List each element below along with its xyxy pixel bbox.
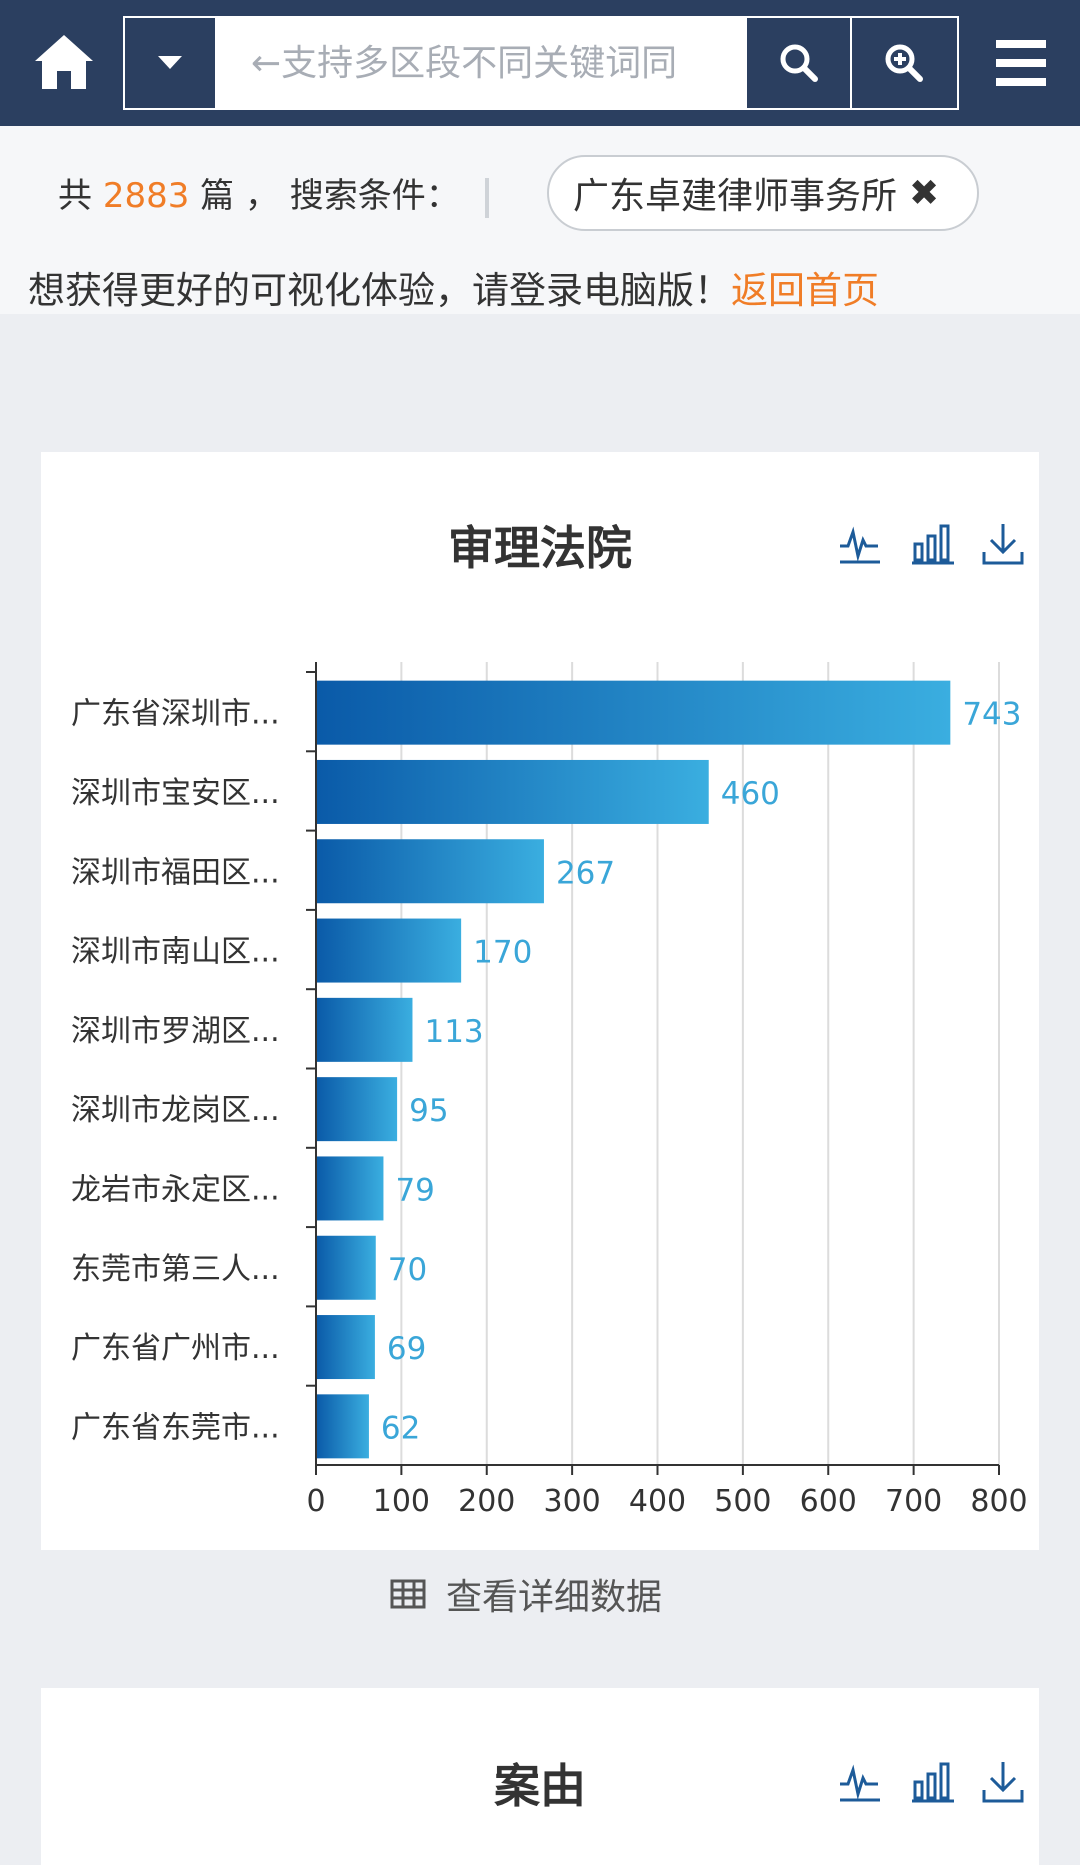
advanced-search-button[interactable] [850,18,955,108]
return-home-link[interactable]: 返回首页 [731,269,879,312]
court-bar-chart: 广东省深圳市... 743 深圳市宝安区... 460 深圳市福田区... 267 深圳市南… [71,662,1028,1519]
x-tick-label: 800 [970,1484,1027,1519]
result-count: 2883 [102,176,190,216]
category-label: 广东省广州市... [71,1331,280,1366]
x-tick-label: 600 [800,1484,857,1519]
category-label: 广东省东莞市... [71,1410,280,1445]
notice-text: 想获得更好的可视化体验，请登录电脑版！ [28,269,731,312]
filter-tag-label: 广东卓建律师事务所 [573,176,898,217]
menu-icon [996,40,1046,86]
bar-chart-icon[interactable] [911,1760,955,1804]
search-type-dropdown[interactable] [125,18,217,108]
detail-link-label: 查看详细数据 [446,1577,663,1618]
caret-down-icon [158,56,182,69]
category-label: 深圳市罗湖区... [71,1014,280,1049]
bar [316,759,709,824]
top-bar [0,0,1080,126]
summary-divider [484,177,489,218]
bar [316,1235,376,1300]
value-label: 170 [473,935,532,971]
value-label: 70 [388,1252,427,1288]
bar [316,918,462,983]
court-chart-card: 审理法院 广东省深圳市... 743 深圳市宝安区... 460 深圳市福田区... 26… [41,452,1039,1550]
category-label: 龙岩市永定区... [71,1172,280,1207]
category-label: 深圳市福田区... [71,855,280,890]
value-label: 743 [962,697,1021,733]
search-input[interactable] [217,18,745,108]
x-tick-label: 700 [885,1484,942,1519]
filter-tag: 广东卓建律师事务所 ✖ [547,155,979,231]
value-label: 267 [556,855,615,891]
view-detail-data-link[interactable]: 查看详细数据 [390,1568,662,1620]
x-tick-label: 100 [373,1484,430,1519]
summary-prefix: 共 [58,176,92,216]
x-tick-label: 500 [714,1484,771,1519]
cause-chart-title: 案由 [494,1759,586,1813]
category-label: 广东省深圳市... [71,697,280,732]
menu-button[interactable] [980,22,1062,104]
bar [316,1394,369,1459]
value-label: 460 [721,776,780,812]
value-label: 95 [409,1093,448,1129]
cause-chart-card: 案由 [41,1688,1039,1865]
x-tick-label: 400 [629,1484,686,1519]
bar [316,1077,398,1142]
value-label: 62 [381,1410,420,1446]
search-group [123,16,959,110]
zoom-in-icon [885,44,923,82]
value-label: 69 [387,1331,426,1367]
summary-suffix: 篇 ， 搜索条件： [200,176,460,216]
bar [316,839,544,904]
value-label: 79 [395,1172,434,1208]
download-icon[interactable] [981,1760,1025,1804]
bar [316,680,951,745]
search-icon [780,44,818,82]
category-label: 深圳市龙岗区... [71,1093,280,1128]
category-label: 东莞市第三人... [71,1252,280,1287]
x-tick-label: 200 [458,1484,515,1519]
result-summary: 共 2883 篇 ， 搜索条件： [58,168,489,218]
home-icon [35,35,93,89]
table-icon [390,1579,426,1609]
category-label: 深圳市宝安区... [71,776,280,811]
x-tick-label: 0 [306,1484,325,1519]
category-label: 深圳市南山区... [71,935,280,970]
bar [316,1315,375,1380]
x-tick-label: 300 [543,1484,600,1519]
bar [316,997,413,1062]
bar [316,1156,384,1221]
value-label: 113 [424,1014,483,1050]
line-chart-icon[interactable] [838,1760,882,1804]
close-icon[interactable]: ✖ [909,173,939,214]
search-button[interactable] [745,18,850,108]
notice-message: 想获得更好的可视化体验，请登录电脑版！返回首页 [28,260,879,314]
home-button[interactable] [22,20,106,104]
